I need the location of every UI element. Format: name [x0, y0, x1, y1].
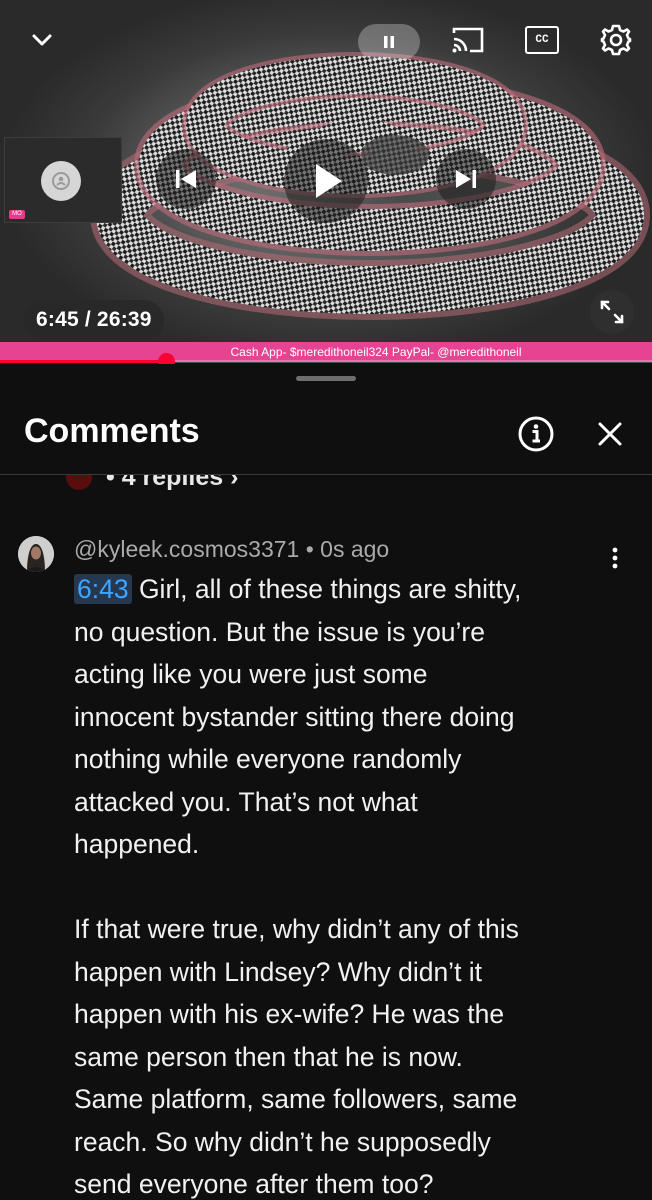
fullscreen-icon	[600, 300, 624, 324]
timestamp-link[interactable]: 6:43	[74, 574, 132, 604]
donation-banner: Cash App- $meredithoneil324 PayPal- @mer…	[0, 342, 652, 362]
header-divider	[0, 474, 652, 475]
captions-button[interactable]: CC	[520, 18, 564, 62]
comments-panel: Comments • 4 replies › @kyleek.cosmos337…	[0, 364, 652, 1200]
replies-label: • 4 replies ›	[106, 462, 239, 491]
info-icon	[518, 416, 554, 452]
captions-icon: CC	[525, 26, 559, 54]
comment-line: Same platform, same followers, same	[74, 1084, 518, 1114]
settings-gear-icon	[600, 24, 632, 56]
banner-text: Cash App- $meredithoneil324 PayPal- @mer…	[230, 345, 522, 359]
close-comments-button[interactable]	[590, 414, 630, 454]
comment-line: happen with Lindsey? Why didn’t it	[74, 956, 483, 987]
comment-line: send everyone after them too?	[74, 1169, 434, 1199]
comments-info-button[interactable]	[516, 414, 556, 454]
comment-line: innocent bystander sitting there doing	[74, 701, 515, 732]
panel-title: Comments	[24, 412, 200, 450]
comment-line: happened.	[74, 829, 200, 859]
avatar[interactable]	[18, 536, 54, 572]
comment-line: no question. But the issue is you’re	[74, 616, 485, 647]
comment-line: 6:43 Girl, all of these things are shitt…	[74, 568, 634, 611]
comment-line: same person then that he is now.	[74, 1041, 463, 1072]
chevron-down-icon	[32, 34, 52, 46]
captions-label: CC	[535, 34, 549, 46]
comment-line: attacked you. That’s not what	[74, 786, 418, 817]
settings-button[interactable]	[594, 18, 638, 62]
skip-next-icon	[456, 170, 476, 188]
pip-tag: MO	[9, 210, 25, 219]
cast-button[interactable]	[446, 18, 490, 62]
play-icon	[316, 164, 342, 198]
close-icon	[598, 422, 622, 446]
drag-handle[interactable]	[296, 376, 356, 381]
comment-meta[interactable]: @kyleek.cosmos3371 • 0s ago	[74, 536, 389, 563]
comment-line: happen with his ex-wife? He was the	[74, 999, 505, 1029]
cast-icon	[452, 27, 484, 53]
comment-line: reach. So why didn’t he supposedly	[74, 1126, 491, 1157]
progress-bar[interactable]	[0, 353, 652, 370]
pip-camera-thumbnail: MO	[4, 137, 122, 223]
view-replies-link[interactable]: • 4 replies ›	[66, 462, 239, 492]
comment-line: If that were true, why didn’t any of thi…	[74, 914, 519, 944]
time-display: 6:45 / 26:39	[24, 300, 164, 340]
progress-fill	[0, 360, 166, 363]
minimize-button[interactable]	[20, 18, 64, 62]
more-vertical-icon	[612, 547, 618, 569]
comment-line: nothing while everyone randomly	[74, 744, 462, 774]
autoplay-pause-toggle[interactable]	[358, 24, 420, 60]
reply-avatar	[66, 475, 92, 490]
previous-button[interactable]	[156, 149, 216, 209]
play-button[interactable]	[284, 139, 368, 223]
fullscreen-button[interactable]	[590, 290, 634, 334]
skip-previous-icon	[176, 170, 196, 188]
video-player[interactable]: CC MO 6:45 / 26:39	[0, 0, 652, 342]
comment-line: acting like you were just some	[74, 659, 428, 689]
pip-avatar-icon	[41, 161, 81, 201]
next-button[interactable]	[436, 149, 496, 209]
pause-icon	[384, 36, 394, 48]
comment-text: 6:43 Girl, all of these things are shitt…	[74, 568, 634, 1200]
